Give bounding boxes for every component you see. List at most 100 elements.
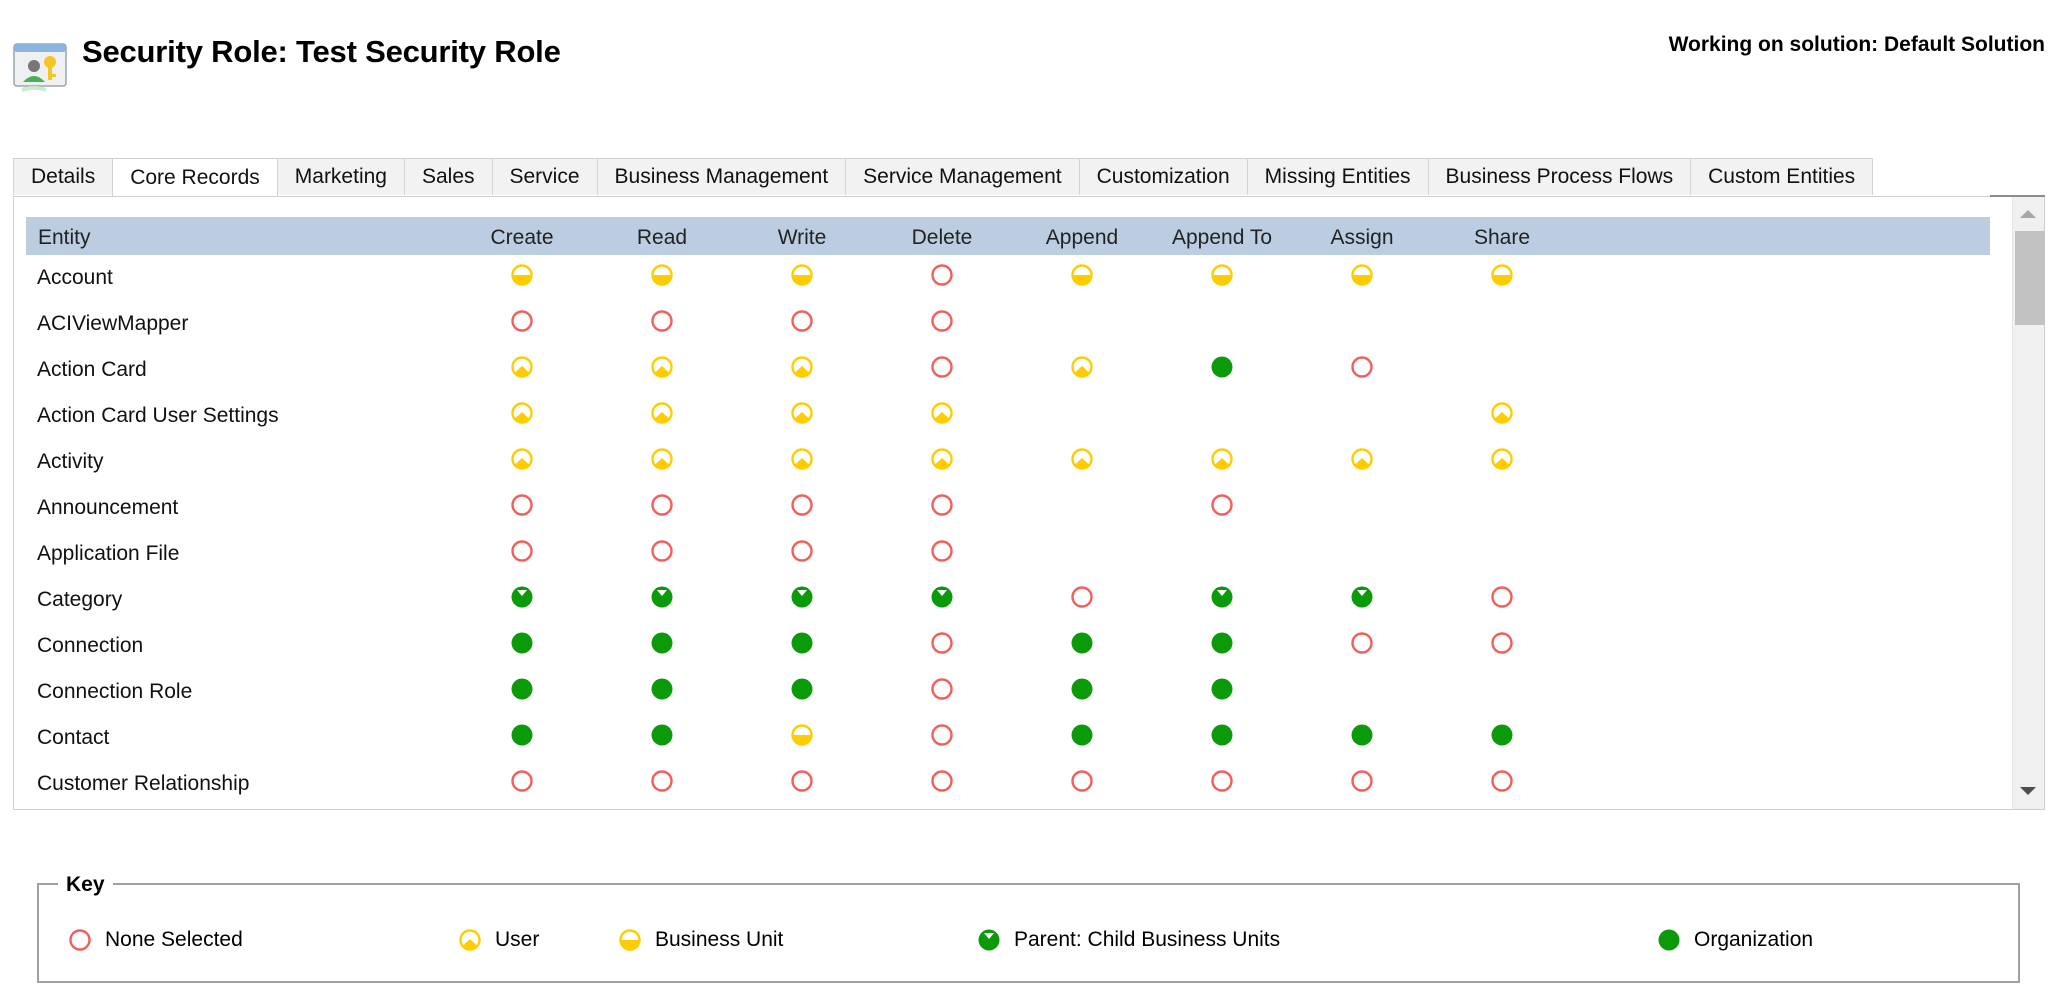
tab-service-management[interactable]: Service Management [845,158,1080,195]
user-level-icon[interactable] [510,447,534,471]
none-selected-icon[interactable] [650,539,674,563]
none-selected-icon[interactable] [930,355,954,379]
none-selected-icon[interactable] [1490,769,1514,793]
none-selected-icon[interactable] [650,493,674,517]
tab-customization[interactable]: Customization [1078,158,1248,195]
parent-child-bu-icon[interactable] [1210,585,1234,609]
user-level-icon[interactable] [930,401,954,425]
business-unit-icon[interactable] [1350,263,1374,287]
user-level-icon[interactable] [650,401,674,425]
parent-child-bu-icon[interactable] [650,585,674,609]
tab-marketing[interactable]: Marketing [276,158,405,195]
user-level-icon[interactable] [1070,355,1094,379]
business-unit-icon[interactable] [1070,263,1094,287]
user-level-icon[interactable] [1350,447,1374,471]
business-unit-icon[interactable] [790,263,814,287]
user-level-icon[interactable] [790,355,814,379]
none-selected-icon[interactable] [1070,585,1094,609]
organization-icon[interactable] [650,723,674,747]
column-header-append: Append [1045,226,1119,249]
none-selected-icon[interactable] [930,723,954,747]
organization-icon[interactable] [1210,631,1234,655]
entity-name: Action Card [37,358,147,381]
vertical-scrollbar[interactable] [2012,197,2045,809]
none-selected-icon[interactable] [790,769,814,793]
none-selected-icon[interactable] [650,769,674,793]
none-selected-icon[interactable] [510,493,534,517]
organization-icon[interactable] [1210,677,1234,701]
tab-missing-entities[interactable]: Missing Entities [1246,158,1429,195]
business-unit-icon[interactable] [650,263,674,287]
organization-icon[interactable] [1210,355,1234,379]
scroll-down-arrow-icon[interactable] [2020,787,2036,795]
user-level-icon[interactable] [790,447,814,471]
none-selected-icon[interactable] [790,309,814,333]
none-selected-icon[interactable] [930,631,954,655]
organization-icon[interactable] [1350,723,1374,747]
user-level-icon[interactable] [510,401,534,425]
tab-business-management[interactable]: Business Management [596,158,847,195]
user-level-icon[interactable] [1210,447,1234,471]
entity-name: Activity [37,450,104,473]
none-selected-icon[interactable] [930,263,954,287]
none-selected-icon[interactable] [930,769,954,793]
organization-icon[interactable] [1210,723,1234,747]
business-unit-icon [618,928,655,952]
parent-child-bu-icon[interactable] [1350,585,1374,609]
organization-icon[interactable] [1070,677,1094,701]
none-selected-icon[interactable] [1070,769,1094,793]
entity-name: Contact [37,726,110,749]
organization-icon[interactable] [650,677,674,701]
user-level-icon[interactable] [650,355,674,379]
business-unit-icon[interactable] [510,263,534,287]
user-level-icon[interactable] [650,447,674,471]
user-level-icon[interactable] [1070,447,1094,471]
business-unit-icon[interactable] [1210,263,1234,287]
none-selected-icon[interactable] [650,309,674,333]
parent-child-bu-icon[interactable] [510,585,534,609]
user-level-icon[interactable] [510,355,534,379]
none-selected-icon[interactable] [510,539,534,563]
user-level-icon[interactable] [1490,447,1514,471]
none-selected-icon[interactable] [510,769,534,793]
organization-icon[interactable] [790,677,814,701]
tab-custom-entities[interactable]: Custom Entities [1690,158,1874,195]
user-level-icon[interactable] [930,447,954,471]
key-label: Parent: Child Business Units [1014,928,1281,951]
none-selected-icon[interactable] [790,493,814,517]
tab-details[interactable]: Details [13,158,114,195]
parent-child-bu-icon[interactable] [790,585,814,609]
none-selected-icon[interactable] [930,677,954,701]
none-selected-icon[interactable] [1350,355,1374,379]
organization-icon[interactable] [1070,723,1094,747]
scroll-thumb[interactable] [2015,231,2045,325]
none-selected-icon[interactable] [930,493,954,517]
none-selected-icon[interactable] [790,539,814,563]
organization-icon[interactable] [650,631,674,655]
tab-business-process-flows[interactable]: Business Process Flows [1427,158,1692,195]
none-selected-icon[interactable] [1350,769,1374,793]
none-selected-icon[interactable] [930,309,954,333]
organization-icon[interactable] [510,677,534,701]
organization-icon[interactable] [510,631,534,655]
organization-icon[interactable] [1490,723,1514,747]
user-level-icon[interactable] [1490,401,1514,425]
parent-child-bu-icon[interactable] [930,585,954,609]
none-selected-icon[interactable] [1350,631,1374,655]
none-selected-icon[interactable] [510,309,534,333]
none-selected-icon[interactable] [1490,585,1514,609]
business-unit-icon[interactable] [790,723,814,747]
tab-sales[interactable]: Sales [403,158,493,195]
organization-icon[interactable] [510,723,534,747]
none-selected-icon[interactable] [930,539,954,563]
organization-icon[interactable] [1070,631,1094,655]
scroll-up-arrow-icon[interactable] [2020,210,2036,218]
tab-core-records[interactable]: Core Records [112,158,278,197]
tab-service[interactable]: Service [491,158,598,195]
none-selected-icon[interactable] [1210,769,1234,793]
none-selected-icon[interactable] [1490,631,1514,655]
organization-icon[interactable] [790,631,814,655]
business-unit-icon[interactable] [1490,263,1514,287]
none-selected-icon[interactable] [1210,493,1234,517]
user-level-icon[interactable] [790,401,814,425]
